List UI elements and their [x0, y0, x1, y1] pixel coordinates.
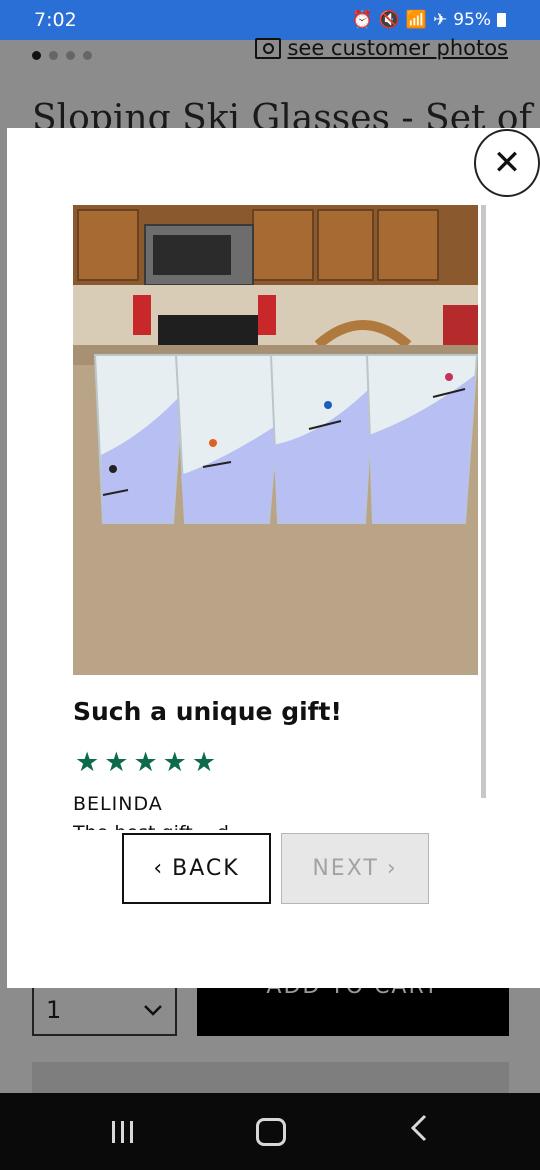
carousel-dot[interactable]: [49, 51, 58, 60]
wifi-icon: 📶: [405, 10, 427, 30]
star-icon: ★: [191, 747, 217, 778]
alarm-icon: ⏰: [351, 10, 373, 30]
recents-icon[interactable]: [111, 1120, 133, 1143]
review-photo[interactable]: [73, 205, 478, 675]
battery-percent: 95%: [453, 10, 491, 30]
review-title: Such a unique gift!: [73, 697, 342, 726]
see-customer-photos-label: see customer photos: [287, 36, 508, 60]
quantity-value: 1: [46, 995, 62, 1024]
back-button[interactable]: ‹ BACK: [122, 833, 271, 904]
see-customer-photos-link[interactable]: see customer photos: [255, 36, 508, 60]
status-time: 7:02: [34, 9, 77, 31]
background-strip: [32, 1062, 509, 1094]
chevron-down-icon: [144, 1004, 162, 1016]
carousel-dots: [32, 51, 92, 60]
close-icon: ✕: [492, 143, 522, 183]
next-label: NEXT: [312, 856, 379, 881]
star-icon: ★: [133, 747, 158, 778]
next-button[interactable]: NEXT ›: [281, 833, 429, 904]
review-content[interactable]: Such a unique gift! ★ ★ ★ ★ ★ BELINDA Th…: [73, 205, 478, 830]
carousel-dot[interactable]: [83, 51, 92, 60]
back-nav-icon[interactable]: [410, 1114, 428, 1150]
reviewer-name: BELINDA: [73, 793, 163, 815]
camera-icon: [255, 37, 282, 59]
star-icon: ★: [162, 747, 187, 778]
status-icons: ⏰ 🔇 📶 ✈ 95%: [351, 10, 506, 30]
home-icon[interactable]: [256, 1117, 287, 1146]
add-to-cart-button[interactable]: ADD TO CART: [197, 983, 509, 1036]
chevron-right-icon: ›: [386, 856, 398, 881]
star-icon: ★: [104, 747, 129, 778]
star-rating: ★ ★ ★ ★ ★: [75, 748, 216, 778]
review-body: The best gift ...d: [73, 822, 229, 830]
chevron-left-icon: ‹: [153, 856, 165, 881]
status-bar: 7:02 ⏰ 🔇 📶 ✈ 95%: [0, 0, 540, 40]
quantity-select[interactable]: 1: [32, 983, 177, 1036]
system-navigation-bar: [0, 1093, 540, 1170]
airplane-icon: ✈: [432, 10, 448, 30]
review-scrollbar[interactable]: [481, 205, 486, 798]
mute-icon: 🔇: [378, 10, 400, 30]
close-button[interactable]: ✕: [474, 129, 540, 197]
battery-icon: [497, 13, 506, 27]
back-label: BACK: [172, 856, 240, 881]
carousel-dot[interactable]: [32, 51, 41, 60]
carousel-dot[interactable]: [66, 51, 75, 60]
star-icon: ★: [75, 747, 100, 778]
